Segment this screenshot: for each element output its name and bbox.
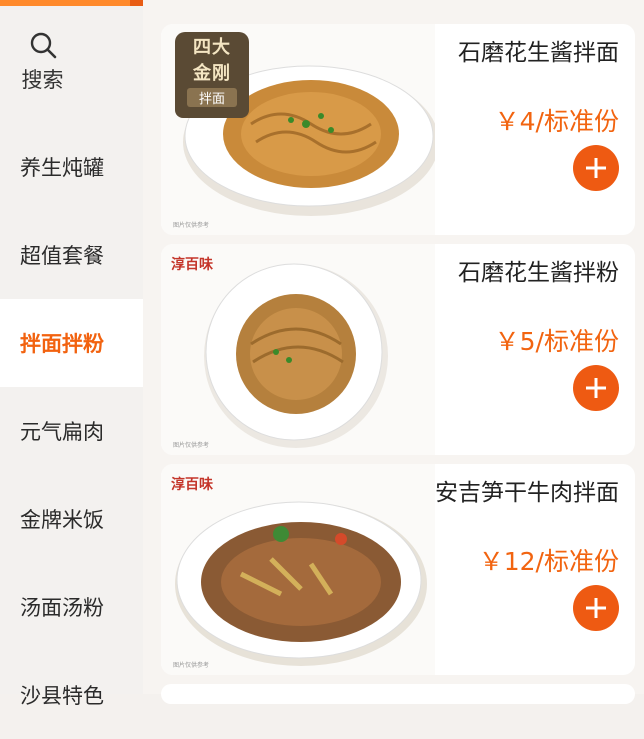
promo-badge: 四大 金刚 拌面 xyxy=(175,32,249,118)
product-name: 石磨花生酱拌面 xyxy=(458,40,619,66)
product-card[interactable]: 淳百味 图片仅供参考 石磨花生酱拌粉 ￥5/标准份 xyxy=(161,244,635,455)
product-name: 石磨花生酱拌粉 xyxy=(458,260,619,286)
product-price: ￥5/标准份 xyxy=(494,327,619,356)
badge-tag: 拌面 xyxy=(187,88,237,107)
plus-icon xyxy=(586,158,606,178)
brand-logo: 淳百味 xyxy=(171,257,213,273)
product-card[interactable]: 四大 金刚 拌面 图片仅供参考 石磨花生酱拌面 ￥4/标准份 xyxy=(161,24,635,235)
category-sidebar: 搜索 养生炖罐 超值套餐 拌面拌粉 元气扁肉 金牌米饭 汤面汤粉 沙县特色 xyxy=(0,6,143,708)
product-price: ￥4/标准份 xyxy=(494,107,619,136)
badge-line2: 金刚 xyxy=(193,63,231,84)
product-card[interactable]: 淳百味 图片仅供参考 安吉笋干牛肉拌面 ￥12/标准份 xyxy=(161,464,635,675)
image-caption: 图片仅供参考 xyxy=(173,222,210,229)
plus-icon xyxy=(586,598,606,618)
sidebar-item-mixed-noodles[interactable]: 拌面拌粉 xyxy=(0,299,143,387)
brand-logo: 淳百味 xyxy=(171,477,213,493)
sidebar-item-specials[interactable]: 沙县特色 xyxy=(0,651,143,739)
image-caption: 图片仅供参考 xyxy=(173,442,210,449)
product-price: ￥12/标准份 xyxy=(478,547,619,576)
product-image: 淳百味 图片仅供参考 xyxy=(161,244,435,455)
product-image: 四大 金刚 拌面 图片仅供参考 xyxy=(161,24,435,235)
product-list: 四大 金刚 拌面 图片仅供参考 石磨花生酱拌面 ￥4/标准份 淳百味 图片仅供参… xyxy=(143,0,644,704)
image-caption: 图片仅供参考 xyxy=(173,662,210,669)
search-button[interactable]: 搜索 xyxy=(0,30,85,94)
sidebar-item-rice[interactable]: 金牌米饭 xyxy=(0,475,143,563)
add-to-cart-button[interactable] xyxy=(573,145,619,191)
plus-icon xyxy=(586,378,606,398)
product-image: 淳百味 图片仅供参考 xyxy=(161,464,435,675)
search-label: 搜索 xyxy=(21,68,64,92)
add-to-cart-button[interactable] xyxy=(573,585,619,631)
product-card[interactable] xyxy=(161,684,635,704)
sidebar-item-soup-noodles[interactable]: 汤面汤粉 xyxy=(0,563,143,651)
sidebar-item-combo[interactable]: 超值套餐 xyxy=(0,211,143,299)
add-to-cart-button[interactable] xyxy=(573,365,619,411)
sidebar-item-wonton[interactable]: 元气扁肉 xyxy=(0,387,143,475)
product-name: 安吉笋干牛肉拌面 xyxy=(435,480,619,506)
badge-line1: 四大 xyxy=(193,37,231,58)
search-icon xyxy=(30,32,56,59)
sidebar-item-stew[interactable]: 养生炖罐 xyxy=(0,123,143,211)
